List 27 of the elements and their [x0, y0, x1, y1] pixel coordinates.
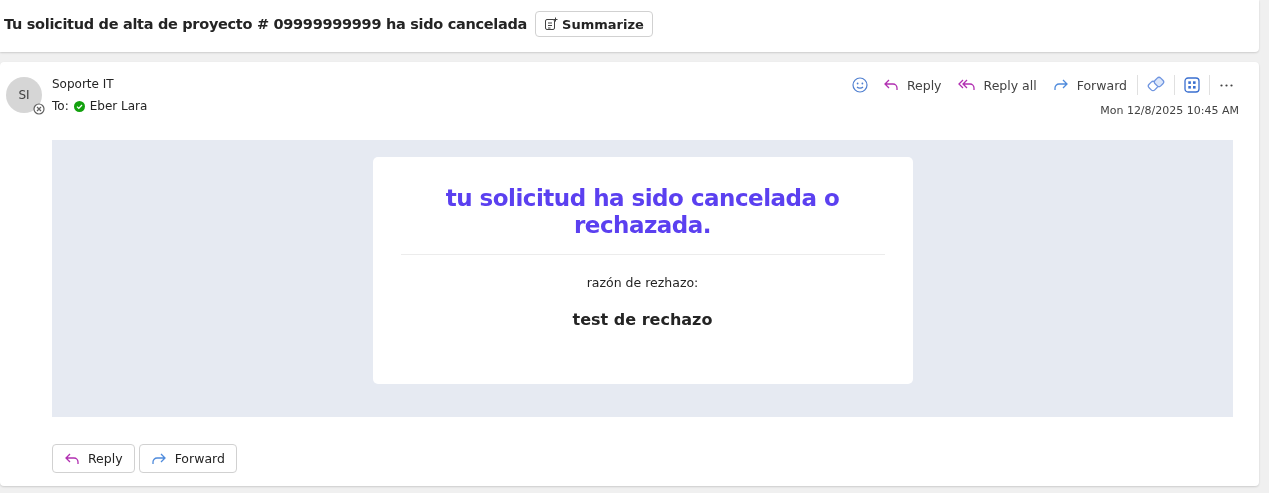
sender-avatar: SI: [6, 77, 42, 113]
forward-button[interactable]: Forward: [1046, 75, 1133, 95]
status-icon: [33, 103, 45, 115]
apps-icon: [1184, 77, 1200, 93]
linked-squares-icon: [1147, 76, 1165, 94]
reason-text: test de rechazo: [572, 310, 713, 329]
reply-icon: [882, 78, 899, 92]
reply-all-icon: [957, 78, 976, 92]
more-icon: [1220, 83, 1233, 87]
forward-button[interactable]: Forward: [138, 444, 237, 473]
reply-button[interactable]: Reply: [876, 75, 948, 95]
smiley-icon: [851, 77, 868, 93]
summarize-button[interactable]: Summarize: [535, 11, 653, 37]
email-subject: Tu solicitud de alta de proyecto # 09999999999 ha sido cancelada: [4, 16, 528, 32]
body-heading: tu solicitud ha sido cancelada o rechazada.: [444, 185, 841, 239]
message-date: Mon 12/8/2025 10:45 AM: [1100, 104, 1239, 117]
document-icon: [544, 17, 559, 31]
sender-name: Soporte IT: [52, 77, 115, 91]
reply-all-button[interactable]: Reply all: [951, 75, 1043, 95]
forward-icon: [1052, 78, 1069, 92]
reply-icon: [64, 451, 80, 466]
reply-button[interactable]: Reply: [52, 444, 135, 473]
check-icon: [73, 100, 85, 112]
to-label: To:: [52, 99, 69, 113]
forward-icon: [150, 451, 167, 466]
reason-label: razón de rezhazo:: [586, 275, 699, 290]
recipient-name[interactable]: Eber Lara: [89, 99, 148, 113]
